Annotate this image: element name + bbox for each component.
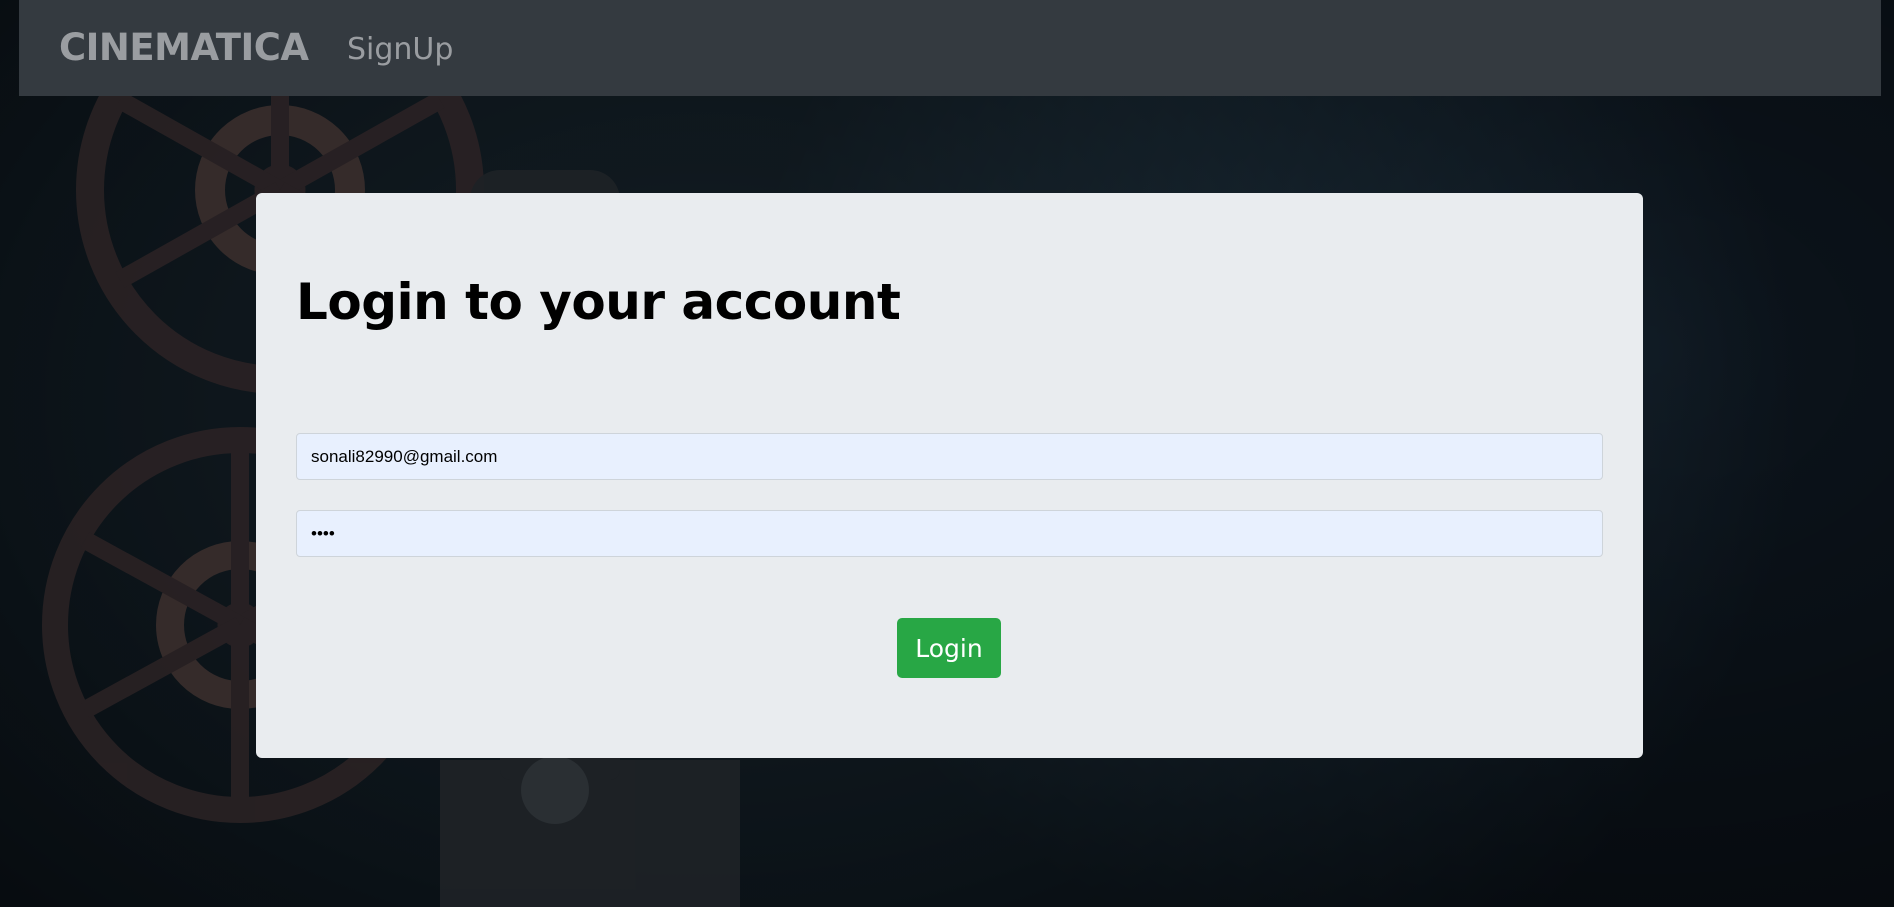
password-field[interactable] — [296, 510, 1603, 557]
page-title: Login to your account — [296, 273, 901, 331]
navbar: CINEMATICA SignUp — [19, 0, 1881, 96]
nav-signup-link[interactable]: SignUp — [347, 32, 453, 67]
email-field[interactable] — [296, 433, 1603, 480]
login-card: Login to your account Login — [256, 193, 1643, 758]
brand-logo[interactable]: CINEMATICA — [59, 26, 309, 69]
login-button[interactable]: Login — [897, 618, 1001, 678]
